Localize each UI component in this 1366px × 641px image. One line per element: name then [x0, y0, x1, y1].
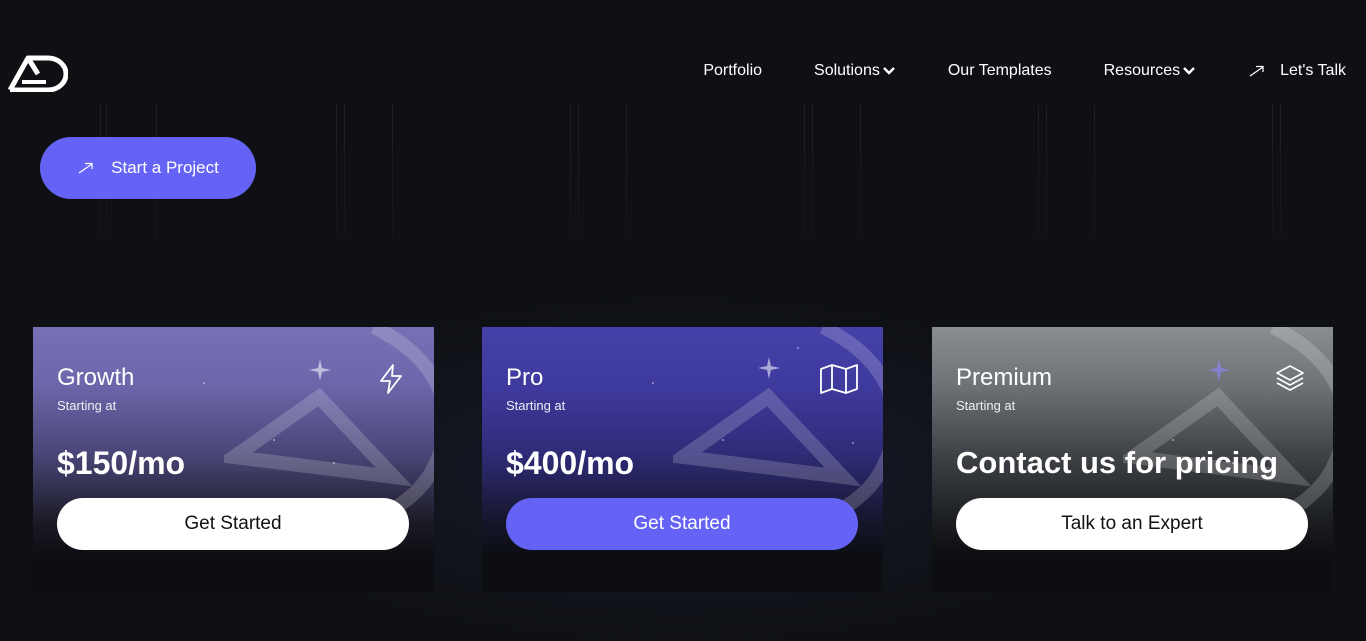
logo[interactable]: [7, 52, 69, 93]
get-started-button[interactable]: Get Started: [57, 498, 409, 550]
nav-label: Solutions: [814, 62, 880, 79]
plan-card-growth: Growth Starting at $150/mo Get Started: [33, 327, 434, 592]
star-dot: [1172, 439, 1174, 441]
lightning-icon: [380, 364, 402, 394]
nav-resources[interactable]: Resources: [1104, 62, 1196, 80]
nav-label: Our Templates: [947, 62, 1052, 79]
plan-price: $400/mo: [506, 445, 635, 481]
star-dot: [333, 462, 335, 464]
chevron-down-icon: [1183, 67, 1195, 75]
button-label: Talk to an Expert: [1061, 513, 1203, 534]
nav-label: Resources: [1103, 62, 1181, 79]
main-nav: Portfolio Solutions Our Templates Resour…: [703, 60, 1346, 82]
plan-price: Contact us for pricing: [956, 445, 1279, 480]
lets-talk-label: Let's Talk: [1280, 62, 1346, 79]
plan-subtitle: Starting at: [956, 398, 1016, 413]
arrow-up-right-icon: [1249, 65, 1264, 77]
lets-talk-link[interactable]: Let's Talk: [1248, 62, 1346, 80]
star-dot: [203, 382, 205, 384]
talk-to-expert-button[interactable]: Talk to an Expert: [956, 498, 1308, 550]
decorative-lines: [570, 105, 630, 265]
plan-name: Growth: [57, 364, 135, 391]
sparkle-icon: [309, 359, 331, 381]
arrow-up-right-icon: [78, 162, 93, 174]
plan-card-premium: Premium Starting at Contact us for prici…: [932, 327, 1333, 592]
nav-portfolio[interactable]: Portfolio: [703, 62, 762, 80]
plan-name: Premium: [956, 364, 1053, 391]
button-label: Get Started: [184, 513, 282, 534]
decorative-lines: [336, 105, 396, 265]
plan-subtitle: Starting at: [57, 398, 117, 413]
start-project-label: Start a Project: [111, 158, 219, 177]
brand-watermark-icon: [1123, 327, 1333, 527]
star-dot: [273, 439, 275, 441]
nav-solutions[interactable]: Solutions: [814, 62, 896, 80]
start-project-button[interactable]: Start a Project: [40, 137, 256, 199]
decorative-lines: [1038, 105, 1098, 265]
star-dot: [722, 439, 724, 441]
nav-label: Portfolio: [703, 62, 763, 79]
map-icon: [820, 364, 858, 394]
star-dot: [852, 442, 854, 444]
sparkle-icon: [758, 357, 780, 379]
button-label: Get Started: [633, 513, 731, 534]
star-dot: [652, 382, 654, 384]
plan-name: Pro: [506, 364, 544, 391]
decorative-lines: [804, 105, 864, 265]
plan-price: $150/mo: [57, 445, 186, 481]
sparkle-icon: [1208, 359, 1230, 381]
plan-card-pro: Pro Starting at $400/mo Get Started: [482, 327, 883, 592]
layers-icon: [1276, 365, 1304, 391]
logo-icon: [7, 55, 69, 93]
get-started-button[interactable]: Get Started: [506, 498, 858, 550]
star-dot: [797, 347, 799, 349]
page: Portfolio Solutions Our Templates Resour…: [0, 0, 1366, 641]
decorative-lines: [1272, 105, 1332, 265]
plan-subtitle: Starting at: [506, 398, 566, 413]
brand-watermark-icon: [224, 327, 434, 527]
chevron-down-icon: [883, 67, 895, 75]
nav-our-templates[interactable]: Our Templates: [948, 62, 1052, 80]
